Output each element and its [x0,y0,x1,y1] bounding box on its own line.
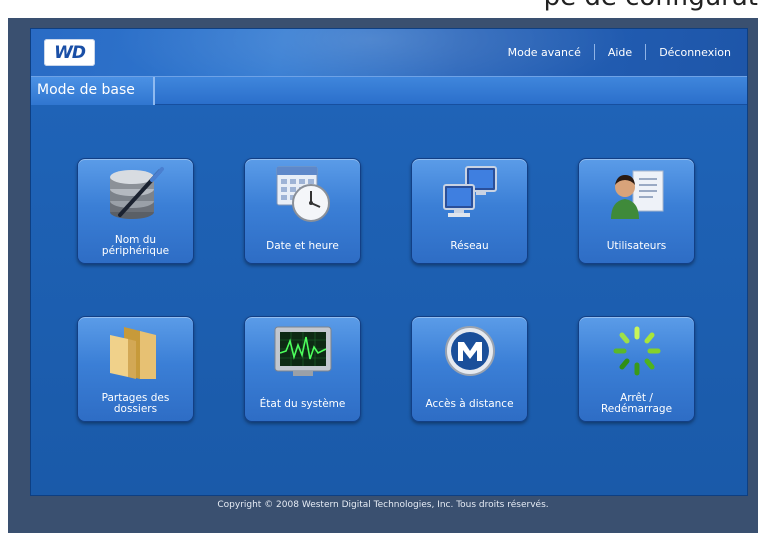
network-computers-icon [443,166,497,217]
aide-link[interactable]: Aide [608,46,632,59]
shutdown-restart-tile[interactable]: Arrêt / Redémarrage [578,316,695,422]
wd-logo[interactable]: WD [44,39,95,66]
app-frame: WD Mode avancé Aide Déconnexion Mode de … [30,28,748,496]
tile-label: Accès à distance [425,397,514,410]
tile-label: Date et heure [266,239,339,252]
page-title: Mode de base [31,77,155,105]
tile-label: Partages des dossiers [101,392,170,415]
system-status-tile[interactable]: État du système [244,316,361,422]
main-content: Nom du périphérique Date et heure Réseau… [31,105,747,495]
remote-access-tile[interactable]: Accès à distance [411,316,528,422]
deconnexion-link[interactable]: Déconnexion [659,46,731,59]
tile-label: Utilisateurs [606,239,667,252]
folder-icon [110,327,156,379]
tile-label: Arrêt / Redémarrage [600,392,673,415]
user-document-icon [611,170,664,219]
header: WD Mode avancé Aide Déconnexion [31,29,747,76]
database-pen-icon [110,167,164,219]
device-name-tile[interactable]: Nom du périphérique [77,158,194,264]
title-bar: Mode de base [31,76,747,105]
restart-spinner-icon [613,326,661,376]
date-time-tile[interactable]: Date et heure [244,158,361,264]
nav-divider [593,44,595,60]
system-monitor-icon [274,326,332,376]
mode-avance-link[interactable]: Mode avancé [508,46,581,59]
top-nav: Mode avancé Aide Déconnexion [508,44,731,60]
mionet-icon [445,326,495,376]
copyright-footer: Copyright © 2008 Western Digital Technol… [217,500,549,510]
network-tile[interactable]: Réseau [411,158,528,264]
page-background: WD Mode avancé Aide Déconnexion Mode de … [8,18,758,533]
tile-label: État du système [259,397,346,410]
tile-label: Nom du périphérique [101,234,170,257]
tile-label: Réseau [450,239,489,252]
folder-shares-tile[interactable]: Partages des dossiers [77,316,194,422]
calendar-clock-icon [276,166,330,222]
nav-divider [645,44,647,60]
users-tile[interactable]: Utilisateurs [578,158,695,264]
